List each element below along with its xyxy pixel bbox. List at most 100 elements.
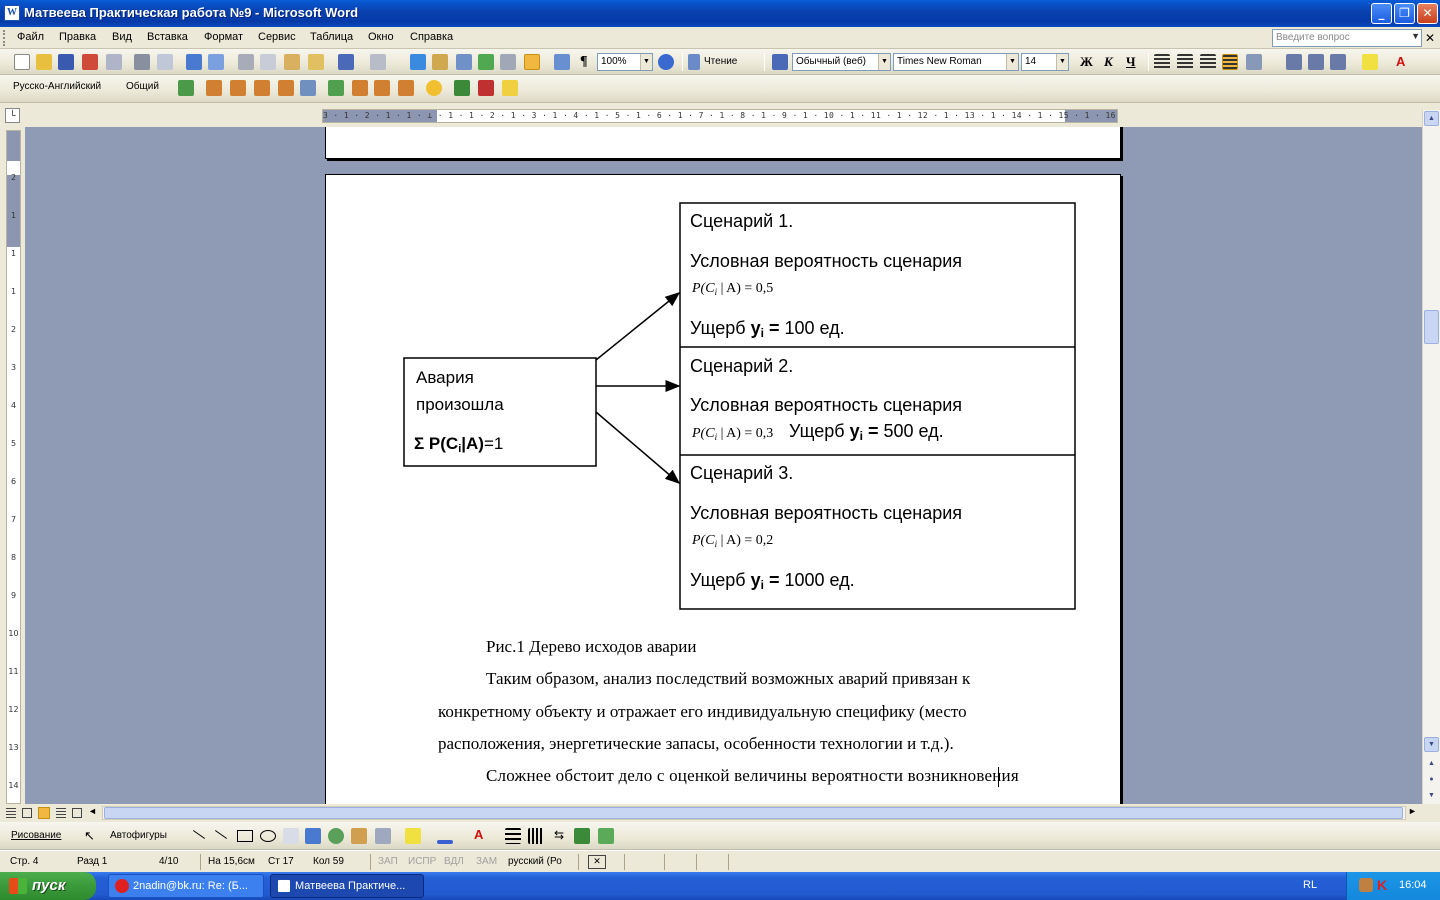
autoshapes-menu[interactable]: Автофигуры xyxy=(110,830,167,841)
columns-icon[interactable] xyxy=(500,54,516,70)
diagram-icon[interactable] xyxy=(328,828,344,844)
fill-color-icon[interactable] xyxy=(405,828,421,844)
bold-button[interactable]: Ж xyxy=(1080,54,1093,70)
minimize-button[interactable]: _ xyxy=(1371,3,1392,24)
clip-art-icon[interactable] xyxy=(351,828,367,844)
align-center-icon[interactable] xyxy=(1177,54,1193,70)
email-icon[interactable] xyxy=(106,54,122,70)
tool-icon[interactable] xyxy=(300,80,316,96)
font-color-icon[interactable]: A xyxy=(474,827,483,842)
menu-insert[interactable]: Вставка xyxy=(147,31,188,43)
menu-edit[interactable]: Правка xyxy=(59,31,96,43)
format-painter-icon[interactable] xyxy=(308,54,324,70)
text-box-icon[interactable] xyxy=(283,828,299,844)
underline-button[interactable]: Ч xyxy=(1126,54,1136,70)
undo-icon[interactable] xyxy=(338,54,354,70)
show-formatting-icon[interactable]: ¶ xyxy=(580,54,588,70)
copy-icon[interactable] xyxy=(260,54,276,70)
drawing-menu[interactable]: Рисование xyxy=(11,830,61,841)
reading-layout-icon[interactable] xyxy=(72,808,82,818)
taskbar-item-word[interactable]: Матвеева Практиче... xyxy=(270,874,424,898)
font-select[interactable]: Times New Roman ▼ xyxy=(893,53,1019,71)
menu-tools[interactable]: Сервис xyxy=(258,31,296,43)
spelling-status-icon[interactable]: ✕ xyxy=(588,855,606,869)
align-right-icon[interactable] xyxy=(1200,54,1216,70)
bullets-icon[interactable] xyxy=(1308,54,1324,70)
insert-table-icon[interactable] xyxy=(456,54,472,70)
status-extend[interactable]: ВДЛ xyxy=(444,856,464,867)
oval-icon[interactable] xyxy=(260,830,276,842)
kaspersky-icon[interactable]: K xyxy=(1377,877,1387,893)
line-style-icon[interactable] xyxy=(505,828,521,844)
italic-button[interactable]: К xyxy=(1104,54,1113,70)
arrow-style-icon[interactable]: ⇆ xyxy=(551,828,567,844)
decrease-indent-icon[interactable] xyxy=(1330,54,1346,70)
tool-icon[interactable] xyxy=(206,80,222,96)
scroll-right-icon[interactable]: ► xyxy=(1408,806,1420,816)
translate-icon[interactable] xyxy=(178,80,194,96)
spelling-icon[interactable] xyxy=(186,54,202,70)
chevron-down-icon[interactable]: ▼ xyxy=(1411,31,1420,41)
justify-icon[interactable] xyxy=(1222,54,1238,70)
picture-icon[interactable] xyxy=(375,828,391,844)
chevron-down-icon[interactable]: ▼ xyxy=(878,54,890,70)
general-select[interactable]: Общий xyxy=(123,79,171,97)
cut-icon[interactable] xyxy=(238,54,254,70)
insert-excel-icon[interactable] xyxy=(478,54,494,70)
paste-icon[interactable] xyxy=(284,54,300,70)
clock[interactable]: 16:04 xyxy=(1399,879,1427,891)
maximize-button[interactable]: ❐ xyxy=(1394,3,1415,24)
line-icon[interactable] xyxy=(192,830,206,839)
style-select[interactable]: Обычный (веб) ▼ xyxy=(792,53,891,71)
tool-icon[interactable] xyxy=(230,80,246,96)
next-page-icon[interactable]: ▼ xyxy=(1424,789,1439,804)
vertical-scrollbar[interactable]: ▲ ▼ ▲ ● ▼ xyxy=(1422,110,1440,804)
status-overtype[interactable]: ЗАМ xyxy=(476,856,497,867)
current-page[interactable]: Авария произошла Σ P(Ci|A)=1 Сценарий 1.… xyxy=(325,174,1121,804)
align-left-icon[interactable] xyxy=(1154,54,1170,70)
hyperlink-icon[interactable] xyxy=(410,54,426,70)
shadow-style-icon[interactable] xyxy=(574,828,590,844)
help-icon[interactable] xyxy=(658,54,674,70)
scroll-thumb[interactable] xyxy=(1424,310,1439,344)
styles-formatting-icon[interactable] xyxy=(772,54,788,70)
scroll-down-button[interactable]: ▼ xyxy=(1424,737,1439,752)
horizontal-scroll-thumb[interactable] xyxy=(104,807,1403,819)
scroll-left-icon[interactable]: ◄ xyxy=(88,806,100,816)
horizontal-ruler[interactable]: 3 · 1 · 2 · 1 · 1 · ⊥ · 1 · 1 · 2 · 1 · … xyxy=(322,109,1118,123)
tool-icon[interactable] xyxy=(352,80,368,96)
tool-icon[interactable] xyxy=(426,80,442,96)
tool-icon[interactable] xyxy=(374,80,390,96)
wordart-icon[interactable] xyxy=(305,828,321,844)
menu-format[interactable]: Формат xyxy=(204,31,243,43)
print-layout-icon[interactable] xyxy=(38,807,50,819)
language-indicator[interactable]: RL xyxy=(1303,879,1317,891)
redo-icon[interactable] xyxy=(370,54,386,70)
tool-icon[interactable] xyxy=(478,80,494,96)
arrow-icon[interactable] xyxy=(214,830,228,839)
rectangle-icon[interactable] xyxy=(237,830,253,842)
reading-button[interactable]: Чтение xyxy=(704,56,737,67)
status-track-changes[interactable]: ИСПР xyxy=(408,856,436,867)
new-document-icon[interactable] xyxy=(14,54,30,70)
open-icon[interactable] xyxy=(36,54,52,70)
print-preview-icon[interactable] xyxy=(157,54,173,70)
scroll-up-button[interactable]: ▲ xyxy=(1424,111,1439,126)
numbering-icon[interactable] xyxy=(1286,54,1302,70)
dictionary-select[interactable]: Русско-Английский xyxy=(10,79,118,97)
select-browse-object-icon[interactable]: ● xyxy=(1424,773,1439,788)
tool-icon[interactable] xyxy=(254,80,270,96)
tool-icon[interactable] xyxy=(328,80,344,96)
web-view-icon[interactable] xyxy=(22,808,32,818)
tray-app-icon[interactable] xyxy=(1359,878,1373,892)
drawing-icon[interactable] xyxy=(524,54,540,70)
menu-file[interactable]: Файл xyxy=(17,31,44,43)
ask-question-input[interactable]: Введите вопрос ▼ xyxy=(1272,29,1422,47)
highlight-icon[interactable] xyxy=(1362,54,1378,70)
menu-view[interactable]: Вид xyxy=(112,31,132,43)
select-objects-icon[interactable]: ↖ xyxy=(84,828,95,844)
normal-view-icon[interactable] xyxy=(6,808,16,818)
start-button[interactable]: пуск xyxy=(0,872,96,900)
help-icon[interactable] xyxy=(502,80,518,96)
dash-style-icon[interactable] xyxy=(528,828,544,844)
